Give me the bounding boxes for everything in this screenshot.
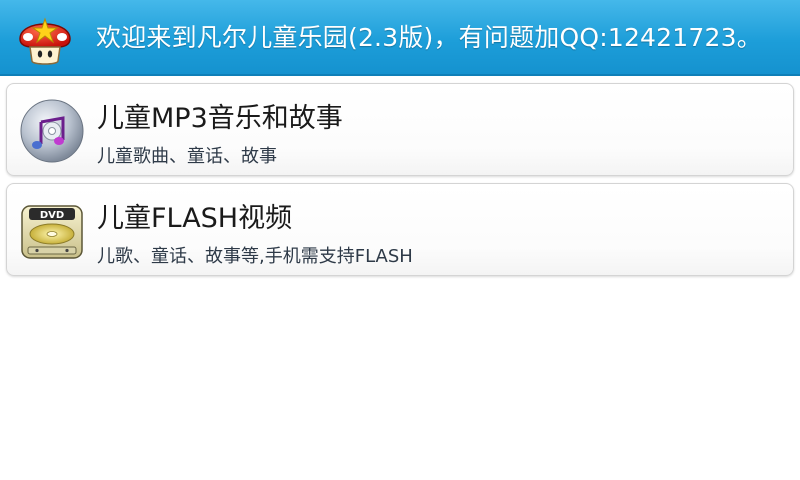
menu-item-flash[interactable]: DVD 儿童FLASH视频 儿歌、童话、故事等,手机需支持FLASH xyxy=(6,183,794,276)
menu-item-title: 儿童FLASH视频 xyxy=(97,203,293,234)
music-cd-icon xyxy=(20,99,84,163)
menu-item-title: 儿童MP3音乐和故事 xyxy=(97,103,343,134)
svg-text:DVD: DVD xyxy=(40,210,64,221)
app-header: 欢迎来到凡尔儿童乐园(2.3版)，有问题加QQ:12421723。 xyxy=(0,0,800,76)
header-title: 欢迎来到凡尔儿童乐园(2.3版)，有问题加QQ:12421723。 xyxy=(96,23,762,52)
menu-item-subtitle: 儿歌、童话、故事等,手机需支持FLASH xyxy=(97,246,413,267)
menu-item-subtitle: 儿童歌曲、童话、故事 xyxy=(97,146,277,167)
mushroom-star-icon[interactable] xyxy=(14,7,76,69)
dvd-player-icon: DVD xyxy=(21,205,83,259)
menu-item-mp3[interactable]: 儿童MP3音乐和故事 儿童歌曲、童话、故事 xyxy=(6,83,794,176)
